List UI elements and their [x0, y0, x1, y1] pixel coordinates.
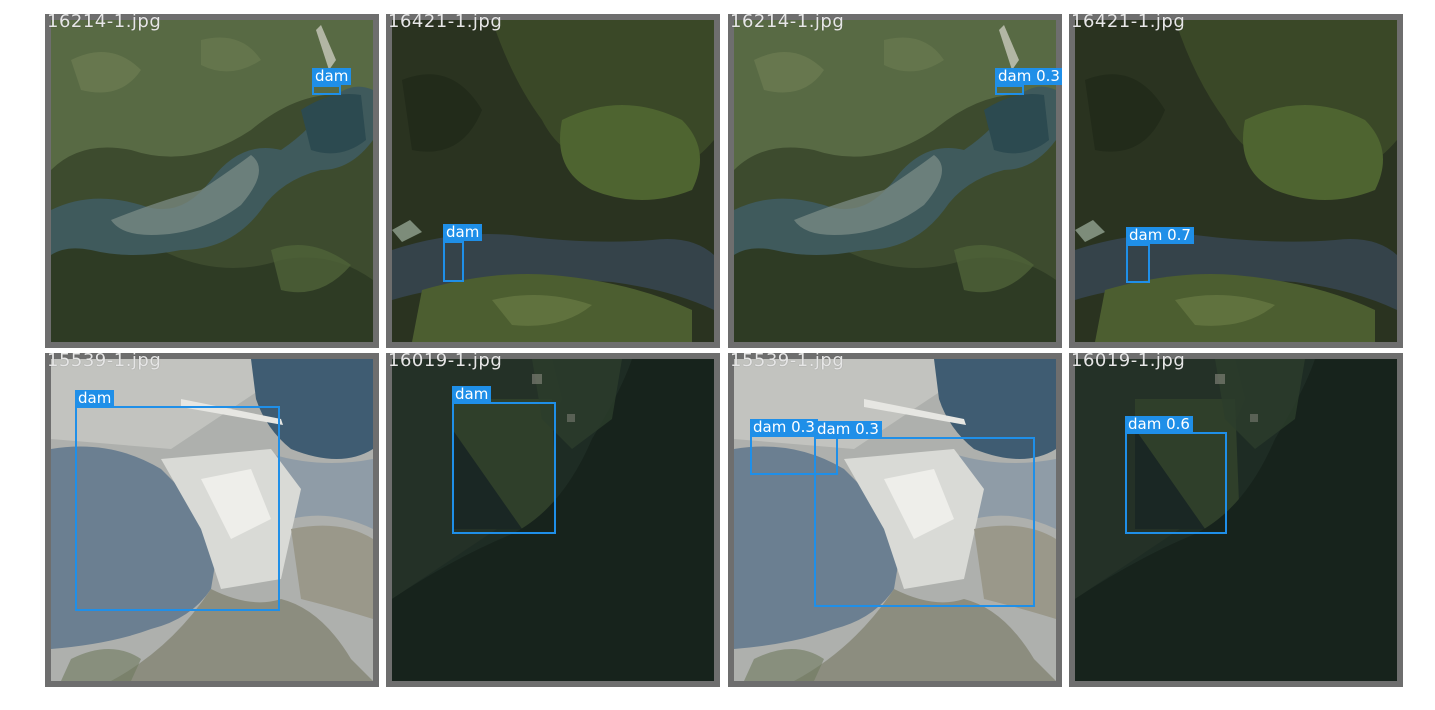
detection-label: dam 0.3 [995, 68, 1062, 85]
detection-box [452, 402, 556, 534]
filename-label: 16214-1.jpg [730, 14, 845, 32]
image-panel-15539-pred: 15539-1.jpg dam 0.3 dam 0.3 [728, 353, 1062, 687]
detection-label: dam [312, 68, 352, 85]
filename-label: 15539-1.jpg [47, 353, 162, 371]
filename-label: 16019-1.jpg [388, 353, 503, 371]
filename-label: 16421-1.jpg [388, 14, 503, 32]
image-panel-16214-pred: 16214-1.jpg dam 0.3 [728, 14, 1062, 348]
detection-box [312, 85, 341, 95]
image-panel-15539-gt: 15539-1.jpg dam [45, 353, 379, 687]
detection-label: dam 0.6 [1125, 416, 1193, 433]
detection-label: dam [443, 224, 483, 241]
detection-box [75, 406, 280, 611]
detection-box [995, 85, 1024, 95]
satellite-image-forest [1075, 359, 1397, 681]
detection-label: dam 0.3 [750, 419, 818, 436]
detection-box [443, 241, 464, 282]
detection-box [1125, 432, 1227, 534]
image-panel-16019-pred: 16019-1.jpg dam 0.6 [1069, 353, 1403, 687]
detection-label: dam 0.7 [1126, 227, 1194, 244]
detection-box [1126, 244, 1150, 283]
image-panel-16019-gt: 16019-1.jpg dam [386, 353, 720, 687]
detection-label: dam [75, 390, 115, 407]
filename-label: 16421-1.jpg [1071, 14, 1186, 32]
filename-label: 15539-1.jpg [730, 353, 845, 371]
satellite-image-river [392, 20, 714, 342]
image-panel-16421-gt: 16421-1.jpg dam [386, 14, 720, 348]
image-panel-16421-pred: 16421-1.jpg dam 0.7 [1069, 14, 1403, 348]
filename-label: 16019-1.jpg [1071, 353, 1186, 371]
image-panel-16214-gt: 16214-1.jpg dam [45, 14, 379, 348]
satellite-image-river [1075, 20, 1397, 342]
detection-label: dam 0.3 [814, 421, 882, 438]
detection-label: dam [452, 386, 492, 403]
detection-box [814, 437, 1035, 607]
filename-label: 16214-1.jpg [47, 14, 162, 32]
